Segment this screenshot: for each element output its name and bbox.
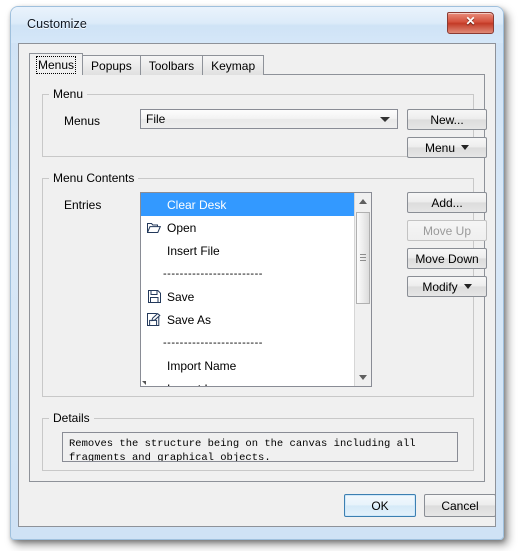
add-button[interactable]: Add... bbox=[407, 192, 487, 213]
list-item-label: Save As bbox=[167, 312, 212, 327]
menu-dropdown-button[interactable]: Menu bbox=[407, 137, 487, 158]
move-up-button-label: Move Up bbox=[422, 223, 472, 238]
tab-menus[interactable]: Menus bbox=[29, 53, 84, 75]
entries-label: Entries bbox=[64, 198, 102, 212]
move-up-button[interactable]: Move Up bbox=[407, 220, 487, 241]
list-item[interactable]: Clear Desk bbox=[141, 193, 354, 216]
list-item-label: ------------------------ bbox=[163, 336, 263, 349]
item-icon-none bbox=[145, 197, 163, 213]
menus-combobox-value: File bbox=[146, 112, 166, 126]
tab-strip: Menus Popups Toolbars Keymap bbox=[29, 53, 265, 75]
cancel-button[interactable]: Cancel bbox=[424, 494, 496, 517]
cancel-button-label: Cancel bbox=[441, 498, 479, 513]
title-bar[interactable]: Customize ✕ bbox=[11, 7, 503, 43]
arrow-up-icon bbox=[359, 199, 367, 204]
new-button-label: New... bbox=[430, 112, 464, 127]
scroll-up-button[interactable] bbox=[355, 193, 371, 210]
floppy-icon bbox=[145, 289, 163, 305]
menus-tab-panel: Menu Menus File New... Menu Menu Content… bbox=[29, 74, 487, 482]
folder-open-icon bbox=[145, 220, 163, 236]
chevron-down-icon bbox=[380, 117, 390, 122]
list-item-separator[interactable]: ------------------------ bbox=[141, 262, 354, 285]
arrow-down-icon bbox=[359, 375, 367, 380]
item-icon-none bbox=[145, 243, 163, 259]
list-item-label: Import Image bbox=[165, 382, 238, 387]
modify-button-label: Modify bbox=[422, 279, 458, 294]
close-icon: ✕ bbox=[465, 14, 476, 28]
list-item-label: Open bbox=[167, 220, 197, 235]
menu-dropdown-button-label: Menu bbox=[424, 140, 456, 155]
tab-toolbars[interactable]: Toolbars bbox=[139, 55, 204, 75]
scroll-down-button[interactable] bbox=[355, 369, 371, 386]
list-item-separator[interactable]: ------------------------ bbox=[141, 331, 354, 354]
move-down-button[interactable]: Move Down bbox=[407, 248, 487, 269]
entries-listbox[interactable]: Clear Desk Open Insert File ------------… bbox=[140, 192, 372, 387]
list-item-label: Insert File bbox=[167, 243, 220, 258]
item-icon-none bbox=[145, 381, 163, 387]
floppy-pencil-icon bbox=[145, 312, 163, 328]
ok-button-label: OK bbox=[371, 498, 389, 513]
move-down-button-label: Move Down bbox=[415, 251, 479, 266]
entries-vertical-scrollbar[interactable] bbox=[354, 193, 371, 386]
tab-keymap[interactable]: Keymap bbox=[202, 55, 265, 75]
list-item[interactable]: Insert File bbox=[141, 239, 354, 262]
window-title: Customize bbox=[27, 17, 87, 31]
list-item[interactable]: Save As bbox=[141, 308, 354, 331]
tab-menus-label: Menus bbox=[35, 55, 77, 74]
list-item-label: Import Name bbox=[167, 358, 237, 373]
caret-down-icon bbox=[463, 284, 472, 289]
details-text-box[interactable]: Removes the structure being on the canva… bbox=[62, 432, 458, 462]
list-item-label: Save bbox=[167, 289, 195, 304]
tab-popups[interactable]: Popups bbox=[82, 55, 141, 75]
list-item-label: ------------------------ bbox=[163, 267, 263, 280]
list-item[interactable]: Save bbox=[141, 285, 354, 308]
menus-label: Menus bbox=[64, 114, 101, 128]
scrollbar-grip-icon bbox=[360, 254, 366, 262]
menu-contents-legend: Menu Contents bbox=[49, 171, 139, 185]
close-button[interactable]: ✕ bbox=[447, 12, 494, 34]
menus-combobox[interactable]: File bbox=[140, 109, 398, 129]
details-group: Details Removes the structure being on t… bbox=[42, 411, 474, 471]
list-item-label: Clear Desk bbox=[167, 197, 227, 212]
customize-dialog-window: Customize ✕ Menus Popups Toolbars Keymap bbox=[10, 6, 504, 540]
menu-group: Menu Menus File New... Menu bbox=[42, 87, 487, 158]
caret-down-icon bbox=[461, 145, 470, 150]
ok-button[interactable]: OK bbox=[344, 494, 416, 517]
menu-contents-group: Menu Contents Entries Clear Desk Open In… bbox=[42, 171, 487, 397]
resize-corner-icon bbox=[142, 381, 146, 385]
details-group-legend: Details bbox=[49, 411, 94, 425]
tab-toolbars-label: Toolbars bbox=[148, 58, 195, 73]
tab-keymap-label: Keymap bbox=[211, 58, 256, 73]
list-item[interactable]: Open bbox=[141, 216, 354, 239]
dialog-client-area: Menus Popups Toolbars Keymap Menu Menus … bbox=[18, 43, 496, 527]
list-item[interactable]: Import Image bbox=[141, 377, 354, 387]
new-button[interactable]: New... bbox=[407, 109, 487, 130]
item-icon-none bbox=[145, 358, 163, 374]
list-item[interactable]: Import Name bbox=[141, 354, 354, 377]
modify-button[interactable]: Modify bbox=[407, 276, 487, 297]
tab-popups-label: Popups bbox=[91, 58, 132, 73]
entries-list-items: Clear Desk Open Insert File ------------… bbox=[141, 193, 354, 386]
menu-group-legend: Menu bbox=[49, 87, 88, 101]
add-button-label: Add... bbox=[431, 195, 463, 210]
scrollbar-thumb[interactable] bbox=[356, 212, 370, 304]
